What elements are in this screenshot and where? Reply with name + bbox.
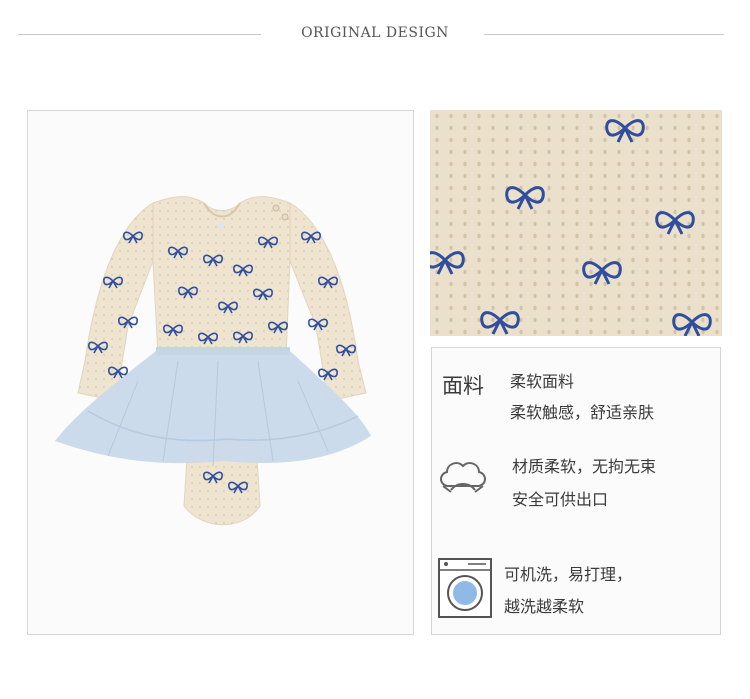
fabric-label: 面料 bbox=[442, 374, 484, 398]
features-panel: 面料 柔软面料 柔软触感，舒适亲肤 材质柔软，无拘无束 安全可供出口 可机洗，易… bbox=[431, 347, 721, 635]
product-photo bbox=[27, 110, 414, 635]
feature-fabric-line-2: 柔软触感，舒适亲肤 bbox=[510, 403, 655, 422]
header-title: ORIGINAL DESIGN bbox=[301, 25, 449, 41]
feature-softness-line-2: 安全可供出口 bbox=[512, 490, 609, 509]
washing-machine-icon bbox=[438, 558, 492, 618]
feature-softness-line-1: 材质柔软，无拘无束 bbox=[512, 457, 657, 476]
header-line-right bbox=[484, 34, 724, 35]
feature-washable-line-2: 越洗越柔软 bbox=[504, 597, 585, 616]
fabric-closeup-photo bbox=[430, 110, 722, 336]
bow-print-fabric-image bbox=[430, 110, 722, 336]
feature-fabric-line-1: 柔软面料 bbox=[510, 372, 575, 391]
feature-washable-line-1: 可机洗，易打理， bbox=[504, 565, 633, 584]
cotton-icon bbox=[437, 456, 489, 496]
feature-fabric: 面料 柔软面料 柔软触感，舒适亲肤 bbox=[432, 348, 720, 438]
baby-romper-dress-image bbox=[55, 196, 371, 526]
feature-washable: 可机洗，易打理， 越洗越柔软 bbox=[432, 546, 720, 636]
feature-softness: 材质柔软，无拘无束 安全可供出口 bbox=[432, 438, 720, 528]
